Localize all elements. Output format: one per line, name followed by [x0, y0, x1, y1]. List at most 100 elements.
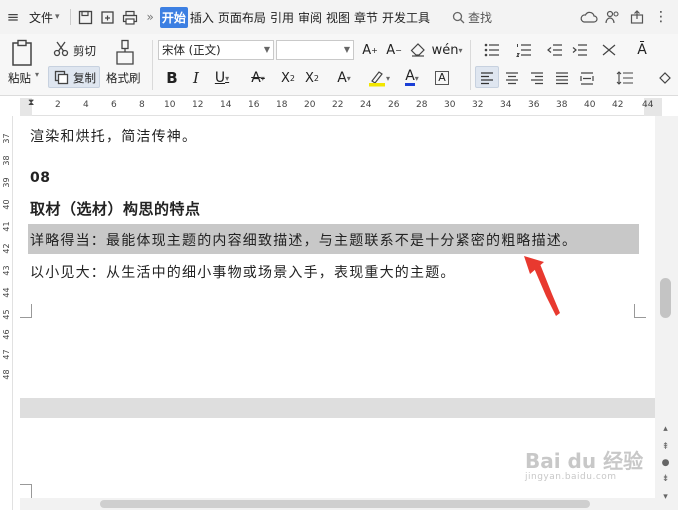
- font-name-select[interactable]: 宋体 (正文) ▼: [158, 40, 274, 60]
- decrease-indent-icon[interactable]: [545, 40, 565, 60]
- scrollbar-thumb[interactable]: [660, 278, 671, 318]
- page-margin-corner: [20, 484, 32, 498]
- divider: [470, 40, 471, 90]
- paste-dropdown-icon[interactable]: ▾: [35, 70, 39, 79]
- superscript-icon[interactable]: X2: [278, 68, 298, 88]
- scroll-up-icon[interactable]: ▴: [659, 424, 672, 434]
- file-menu[interactable]: 文件: [26, 9, 55, 26]
- scrollbar-thumb[interactable]: [100, 500, 590, 508]
- vertical-ruler[interactable]: 37 38 39 40 41 42 43 44 45 46 47 48: [0, 116, 13, 510]
- tab-chapter[interactable]: 章节: [352, 7, 380, 28]
- export-pdf-icon[interactable]: [97, 6, 119, 28]
- next-page-icon[interactable]: ⇟: [659, 474, 672, 484]
- text-direction-icon[interactable]: Ā: [632, 40, 652, 60]
- ruler-tick: 6: [111, 100, 117, 110]
- ruler-tick: 46: [2, 329, 11, 340]
- page-margin-corner: [634, 304, 646, 318]
- select-browse-object-icon[interactable]: ●: [659, 458, 672, 468]
- tab-insert[interactable]: 插入: [188, 7, 216, 28]
- vertical-scrollbar[interactable]: ▴ ⇞ ● ⇟ ▾: [655, 116, 678, 510]
- ruler-tick: 30: [444, 100, 456, 110]
- paragraph[interactable]: 以小见大：从生活中的细小事物或场景入手，表现重大的主题。: [30, 262, 456, 282]
- phonetic-guide-icon[interactable]: wén ▾: [432, 40, 463, 60]
- print-icon[interactable]: [119, 6, 141, 28]
- ruler-tick: 18: [276, 100, 288, 110]
- text-effect-icon[interactable]: A ▾: [330, 68, 358, 88]
- increase-indent-icon[interactable]: [570, 40, 590, 60]
- menu-hamburger-icon[interactable]: ≡: [0, 8, 26, 26]
- highlight-color-icon[interactable]: ▾: [364, 68, 394, 88]
- copy-icon[interactable]: [52, 68, 70, 86]
- font-size-select[interactable]: ▼: [276, 40, 354, 60]
- collaborate-icon[interactable]: [602, 6, 624, 28]
- bold-icon[interactable]: B: [162, 68, 182, 88]
- format-painter-icon[interactable]: [113, 38, 137, 66]
- clear-format-icon[interactable]: [408, 40, 428, 60]
- align-left-icon[interactable]: [477, 68, 497, 88]
- selected-paragraph[interactable]: 详略得当：最能体现主题的内容细致描述，与主题联系不是十分紧密的粗略描述。: [30, 230, 577, 250]
- copy-button[interactable]: 复制: [73, 70, 96, 86]
- ruler-tick: 48: [2, 369, 11, 380]
- character-border-icon[interactable]: A: [432, 68, 452, 88]
- ruler-tick: 32: [472, 100, 484, 110]
- align-right-icon[interactable]: [527, 68, 547, 88]
- ruler-tick: 12: [192, 100, 204, 110]
- page-gap: [20, 398, 655, 418]
- search-label: 查找: [468, 10, 493, 25]
- ruler-tick: 47: [2, 349, 11, 360]
- underline-icon[interactable]: U ▾: [208, 68, 236, 88]
- ruler-tick: 4: [83, 100, 89, 110]
- divider: [152, 40, 153, 90]
- search-box[interactable]: 查找: [452, 9, 492, 26]
- numbered-list-icon[interactable]: [510, 40, 538, 60]
- divider: [69, 9, 71, 25]
- share-icon[interactable]: [626, 6, 648, 28]
- chevron-down-icon[interactable]: ▾: [55, 12, 60, 22]
- cut-button[interactable]: 剪切: [73, 43, 96, 59]
- shading-icon[interactable]: [655, 68, 675, 88]
- tab-review[interactable]: 审阅: [296, 7, 324, 28]
- font-color-icon[interactable]: A ▾: [398, 68, 426, 88]
- ruler-tick: 41: [2, 221, 11, 232]
- paragraph[interactable]: 渲染和烘托，简洁传神。: [30, 126, 197, 146]
- ruler-tick: 44: [642, 100, 654, 110]
- bullet-list-icon[interactable]: [478, 40, 506, 60]
- tab-page-layout[interactable]: 页面布局: [216, 7, 268, 28]
- paste-button[interactable]: 粘贴: [8, 70, 31, 86]
- ruler-tick: 40: [2, 199, 11, 210]
- paste-icon[interactable]: [10, 39, 36, 67]
- distributed-align-icon[interactable]: [577, 68, 597, 88]
- watermark-logo: Bai du 经验 jingyan.baidu.com: [525, 445, 643, 482]
- menu-bar: ≡ 文件 ▾ » 开始 插入 页面布局 引用 审阅 视图 章节 开发工具 查找: [0, 0, 678, 34]
- align-center-icon[interactable]: [502, 68, 522, 88]
- horizontal-scrollbar[interactable]: [20, 498, 655, 510]
- justify-icon[interactable]: [552, 68, 572, 88]
- section-number[interactable]: 08: [30, 170, 50, 186]
- tab-references[interactable]: 引用: [268, 7, 296, 28]
- save-icon[interactable]: [75, 6, 97, 28]
- ruler-tick: 36: [528, 100, 540, 110]
- more-options-icon[interactable]: ⋮: [650, 6, 672, 28]
- chinese-layout-icon[interactable]: [596, 40, 624, 60]
- section-heading[interactable]: 取材（选材）构思的特点: [30, 198, 201, 219]
- shrink-font-icon[interactable]: A −: [384, 40, 404, 60]
- chevron-down-icon: ▼: [343, 45, 350, 54]
- ruler-tick: 10: [164, 100, 176, 110]
- horizontal-ruler[interactable]: ⧗ 2 4 6 8 10 12 14 16 18 20 22 24 26 28 …: [20, 98, 662, 116]
- tab-home[interactable]: 开始: [159, 6, 188, 28]
- indent-marker-icon[interactable]: ⧗: [28, 98, 34, 108]
- tab-developer[interactable]: 开发工具: [380, 7, 432, 28]
- format-painter-button[interactable]: 格式刷: [106, 70, 141, 86]
- subscript-icon[interactable]: X2: [302, 68, 322, 88]
- font-name-value: 宋体 (正文): [162, 43, 221, 57]
- previous-page-icon[interactable]: ⇞: [659, 442, 672, 452]
- grow-font-icon[interactable]: A +: [360, 40, 380, 60]
- strikethrough-icon[interactable]: A ▾: [244, 68, 272, 88]
- scroll-down-icon[interactable]: ▾: [659, 492, 672, 502]
- scissors-icon[interactable]: [52, 40, 70, 58]
- tab-view[interactable]: 视图: [324, 7, 352, 28]
- cloud-sync-icon[interactable]: [578, 6, 600, 28]
- more-chevron-icon[interactable]: »: [147, 10, 154, 24]
- line-spacing-icon[interactable]: [610, 68, 640, 88]
- italic-icon[interactable]: I: [186, 68, 206, 88]
